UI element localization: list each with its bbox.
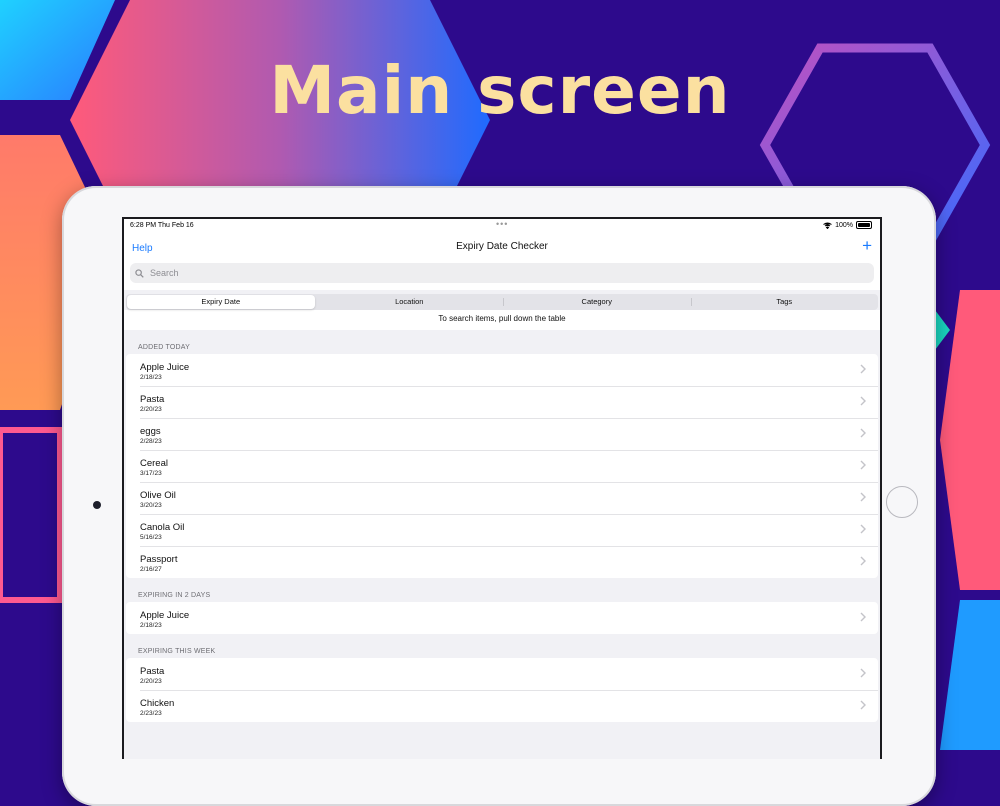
item-expiry-date: 2/18/23 [140,622,162,629]
item-name: Pasta [140,394,165,405]
item-expiry-date: 2/20/23 [140,678,162,685]
list-item[interactable]: Cereal 3/17/23 [126,450,878,482]
segment-tags[interactable]: Tags [690,294,879,310]
item-expiry-date: 2/20/23 [140,406,162,413]
chevron-right-icon [860,428,866,438]
list-item[interactable]: Pasta 2/20/23 [126,658,878,690]
search-input[interactable] [148,267,752,279]
page-title: Expiry Date Checker [456,241,548,252]
list-item[interactable]: Chicken 2/23/23 [126,690,878,722]
item-name: Chicken [140,698,175,709]
section-header: EXPIRING IN 2 DAYS [138,592,211,599]
item-name: Olive Oil [140,490,176,501]
list-item[interactable]: Pasta 2/20/23 [126,386,878,418]
chevron-right-icon [860,460,866,470]
item-expiry-date: 2/18/23 [140,374,162,381]
item-expiry-date: 5/16/23 [140,534,162,541]
pull-down-hint: To search items, pull down the table [124,310,880,330]
item-name: Canola Oil [140,522,185,533]
chevron-right-icon [860,612,866,622]
list-item[interactable]: eggs 2/28/23 [126,418,878,450]
item-expiry-date: 2/23/23 [140,710,162,717]
item-name: Pasta [140,666,165,677]
status-time: 6:28 PM Thu Feb 16 [130,222,194,229]
chevron-right-icon [860,524,866,534]
section-group: Apple Juice 2/18/23 [126,602,878,634]
battery-indicator: 100% [823,221,872,229]
chevron-right-icon [860,364,866,374]
battery-percent: 100% [835,221,853,229]
chevron-right-icon [860,396,866,406]
search-container [124,263,880,290]
chevron-right-icon [860,556,866,566]
list-item[interactable]: Canola Oil 5/16/23 [126,514,878,546]
status-bar: 6:28 PM Thu Feb 16 ••• 100% [124,219,880,233]
item-name: Apple Juice [140,362,190,373]
add-item-button[interactable]: + [862,236,872,256]
list-item[interactable]: Olive Oil 3/20/23 [126,482,878,514]
wifi-icon [823,222,832,229]
item-expiry-date: 2/28/23 [140,438,162,445]
list-item[interactable]: Apple Juice 2/18/23 [126,354,878,386]
headline: Main screen [269,52,731,129]
chevron-right-icon [860,668,866,678]
multitasking-dots-icon[interactable]: ••• [496,219,508,229]
segment-location[interactable]: Location [316,294,504,310]
navigation-bar: Help Expiry Date Checker + [124,233,880,263]
item-expiry-date: 2/16/27 [140,566,162,573]
item-name: Passport [140,554,178,565]
segment-expiry-date[interactable]: Expiry Date [127,295,315,309]
item-expiry-date: 3/20/23 [140,502,162,509]
home-button[interactable] [886,486,918,518]
list-item[interactable]: Apple Juice 2/18/23 [126,602,878,634]
battery-icon [856,221,872,229]
item-expiry-date: 3/17/23 [140,470,162,477]
section-group: Pasta 2/20/23 Chicken 2/23/23 [126,658,878,722]
search-icon [135,268,144,278]
camera [93,501,101,509]
item-name: eggs [140,426,161,437]
section-group: Apple Juice 2/18/23 Pasta 2/20/23 eggs 2/28/2… [126,354,878,578]
section-header: ADDED TODAY [138,344,190,351]
item-name: Cereal [140,458,168,469]
items-list: ADDED TODAY Apple Juice 2/18/23 Pasta 2/20/2… [124,330,880,722]
app-screen: 6:28 PM Thu Feb 16 ••• 100% Help Expiry … [122,217,882,759]
item-name: Apple Juice [140,610,190,621]
segment-category[interactable]: Category [503,294,691,310]
list-item[interactable]: Passport 2/16/27 [126,546,878,578]
chevron-right-icon [860,700,866,710]
section-header: EXPIRING THIS WEEK [138,648,216,655]
sort-segmented-control: Expiry Date Location Category Tags [126,294,878,310]
search-bar[interactable] [130,263,874,283]
chevron-right-icon [860,492,866,502]
